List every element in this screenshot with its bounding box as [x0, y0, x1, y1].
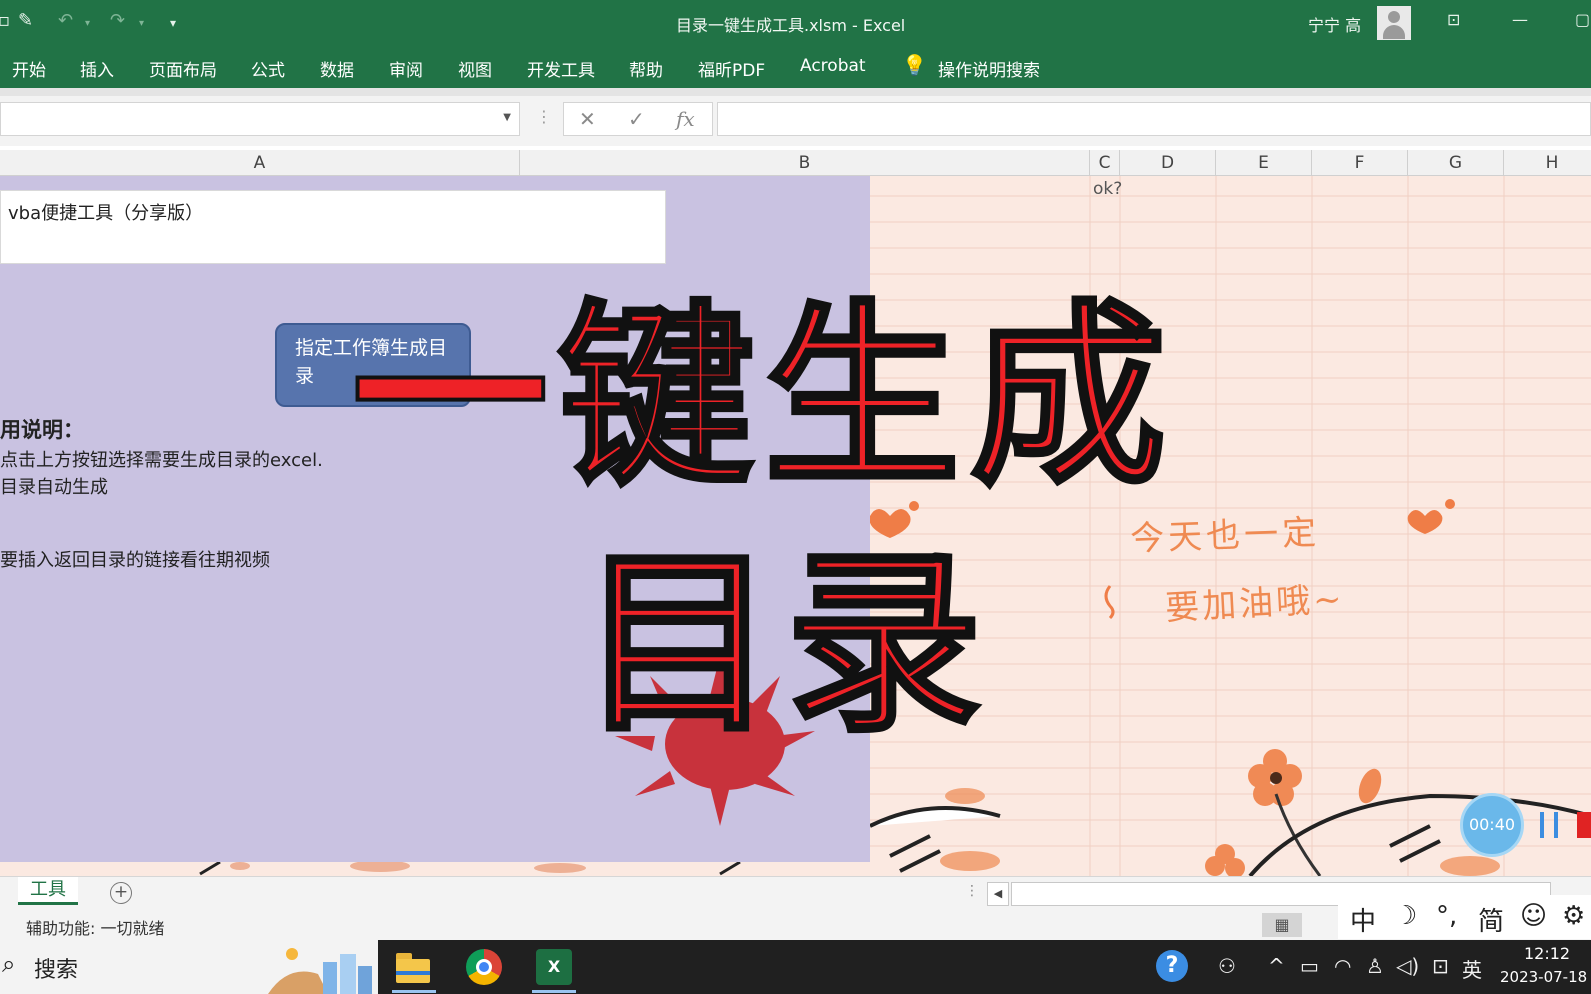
search-label: 搜索: [34, 958, 79, 983]
motivation-text-line1: 今天也一定: [1129, 512, 1321, 560]
taskbar-search-box[interactable]: ⌕ 搜索: [0, 940, 378, 994]
maximize-icon[interactable]: ▢: [1575, 10, 1590, 29]
tab-review[interactable]: 审阅: [389, 56, 423, 81]
customize-quick-access-icon[interactable]: ▾: [170, 16, 176, 30]
search-icon: ⌕: [2, 950, 16, 978]
sheet-tab-tools[interactable]: 工具: [18, 877, 78, 905]
ime-half-width-icon[interactable]: ☽: [1394, 901, 1417, 931]
tab-formulas[interactable]: 公式: [251, 56, 285, 81]
motivation-text-line2: 要加油哦~: [1164, 579, 1346, 629]
excel-running-indicator: [532, 990, 576, 993]
tab-page-layout[interactable]: 页面布局: [149, 56, 217, 81]
tool-title: vba便捷工具（分享版）: [8, 203, 204, 224]
stop-recording-icon[interactable]: [1577, 812, 1591, 838]
column-header-d[interactable]: D: [1120, 150, 1216, 176]
normal-view-icon[interactable]: ▦: [1262, 913, 1302, 937]
ime-emoji-icon[interactable]: ☺: [1520, 901, 1547, 931]
search-highlight-illustration: [268, 948, 372, 994]
explorer-running-indicator: [392, 990, 436, 993]
clock-date[interactable]: 2023-07-18: [1500, 968, 1587, 986]
user-avatar[interactable]: [1377, 6, 1411, 40]
tool-title-box: vba便捷工具（分享版）: [0, 190, 666, 264]
tab-insert[interactable]: 插入: [80, 56, 114, 81]
recording-timer[interactable]: 00:40: [1460, 793, 1524, 857]
people-icon[interactable]: ⚇: [1218, 954, 1236, 978]
tab-split-handle-icon[interactable]: ⋮: [965, 883, 979, 899]
chrome-icon[interactable]: [466, 949, 502, 985]
formula-bar: ▼ ⋮ ✕ ✓ fx: [0, 96, 1591, 146]
ime-chinese-mode[interactable]: 中: [1350, 901, 1376, 938]
worksheet-grid[interactable]: vba便捷工具（分享版） 指定工作簿生成目录 用说明： 点击上方按钮选择需要生成…: [0, 176, 1591, 876]
column-header-f[interactable]: F: [1312, 150, 1408, 176]
ribbon-display-options-icon[interactable]: ⊡: [1447, 10, 1460, 29]
ime-punctuation-icon[interactable]: °,: [1436, 901, 1457, 931]
lightbulb-icon[interactable]: 💡: [902, 53, 927, 77]
column-header-b[interactable]: B: [520, 150, 1090, 176]
clock-time[interactable]: 12:12: [1524, 944, 1570, 963]
ime-toolbar: 中 ☽ °, 简 ☺ ⚙: [1338, 895, 1591, 939]
brush-icon[interactable]: ✎: [18, 10, 33, 31]
overlay-caption-line1: 一键生成: [350, 284, 1177, 512]
ribbon-tabs: 开始 插入 页面布局 公式 数据 审阅 视图 开发工具 帮助 福昕PDF Acr…: [0, 46, 1591, 88]
file-explorer-icon[interactable]: [396, 949, 432, 985]
user-name[interactable]: 宁宁 高: [1308, 12, 1361, 36]
column-header-row: A B C D E F G H: [0, 150, 1591, 176]
redo-dropdown-icon[interactable]: ▾: [139, 18, 144, 29]
redo-icon[interactable]: ↷: [110, 10, 125, 31]
taskbar: ⌕ 搜索 X ? ⚇ ^ ▭ ◠ ♙ ◁) ⊡ 英 12:12 2023-07-…: [0, 940, 1591, 994]
tab-help[interactable]: 帮助: [629, 56, 663, 81]
cell-c1[interactable]: ok?: [1093, 179, 1122, 199]
add-sheet-icon[interactable]: +: [110, 882, 132, 904]
wifi-icon[interactable]: ◠: [1334, 954, 1351, 978]
usage-step-3: 要插入返回目录的链接看往期视频: [0, 550, 270, 571]
minimize-icon[interactable]: —: [1512, 10, 1528, 29]
excel-icon[interactable]: X: [536, 949, 572, 985]
window-title: 目录一键生成工具.xlsm - Excel: [676, 16, 906, 35]
help-icon[interactable]: ?: [1156, 950, 1188, 982]
tell-me-search[interactable]: 操作说明搜索: [938, 56, 1040, 81]
tab-view[interactable]: 视图: [458, 56, 492, 81]
accessibility-status[interactable]: 辅助功能: 一切就绪: [26, 915, 164, 939]
ime-settings-icon[interactable]: ⚙: [1562, 901, 1585, 931]
column-header-a[interactable]: A: [0, 150, 520, 176]
formula-bar-grip-icon[interactable]: ⋮: [536, 107, 552, 126]
usage-step-1: 点击上方按钮选择需要生成目录的excel.: [0, 450, 323, 471]
tab-developer[interactable]: 开发工具: [527, 56, 595, 81]
insert-function-icon[interactable]: fx: [676, 107, 695, 131]
show-hidden-icons-icon[interactable]: ^: [1268, 954, 1285, 978]
name-box[interactable]: ▼: [0, 102, 520, 136]
battery-icon[interactable]: ▭: [1300, 954, 1319, 978]
notification-icon[interactable]: ⊡: [1432, 954, 1449, 978]
volume-icon[interactable]: ◁): [1396, 954, 1419, 978]
ime-simplified-mode[interactable]: 简: [1478, 901, 1504, 938]
ribbon-collapsed-area: [0, 88, 1591, 96]
name-box-dropdown-icon[interactable]: ▼: [503, 112, 511, 123]
column-header-h[interactable]: H: [1504, 150, 1591, 176]
save-icon[interactable]: ▫: [0, 10, 10, 31]
enter-icon[interactable]: ✓: [628, 107, 645, 131]
title-bar: ▫ ✎ ↶ ▾ ↷ ▾ ▾ 目录一键生成工具.xlsm - Excel 宁宁 高…: [0, 0, 1591, 46]
undo-icon[interactable]: ↶: [58, 10, 73, 31]
column-header-g[interactable]: G: [1408, 150, 1504, 176]
cancel-icon[interactable]: ✕: [579, 107, 596, 131]
tab-foxit-pdf[interactable]: 福昕PDF: [698, 56, 765, 81]
tab-home[interactable]: 开始: [12, 56, 46, 81]
usage-heading: 用说明：: [0, 418, 84, 442]
microphone-icon[interactable]: ♙: [1366, 954, 1384, 978]
formula-input[interactable]: [717, 102, 1591, 136]
tab-data[interactable]: 数据: [320, 56, 354, 81]
input-language[interactable]: 英: [1462, 954, 1482, 983]
tab-acrobat[interactable]: Acrobat: [800, 56, 866, 76]
usage-step-2: 目录自动生成: [0, 477, 108, 498]
formula-buttons: ✕ ✓ fx: [563, 102, 713, 136]
column-header-c[interactable]: C: [1090, 150, 1120, 176]
undo-dropdown-icon[interactable]: ▾: [85, 18, 90, 29]
scroll-left-icon[interactable]: ◀: [987, 882, 1009, 906]
overlay-caption-line2: 目录: [578, 531, 993, 759]
column-header-e[interactable]: E: [1216, 150, 1312, 176]
pause-recording-icon[interactable]: [1540, 812, 1558, 838]
